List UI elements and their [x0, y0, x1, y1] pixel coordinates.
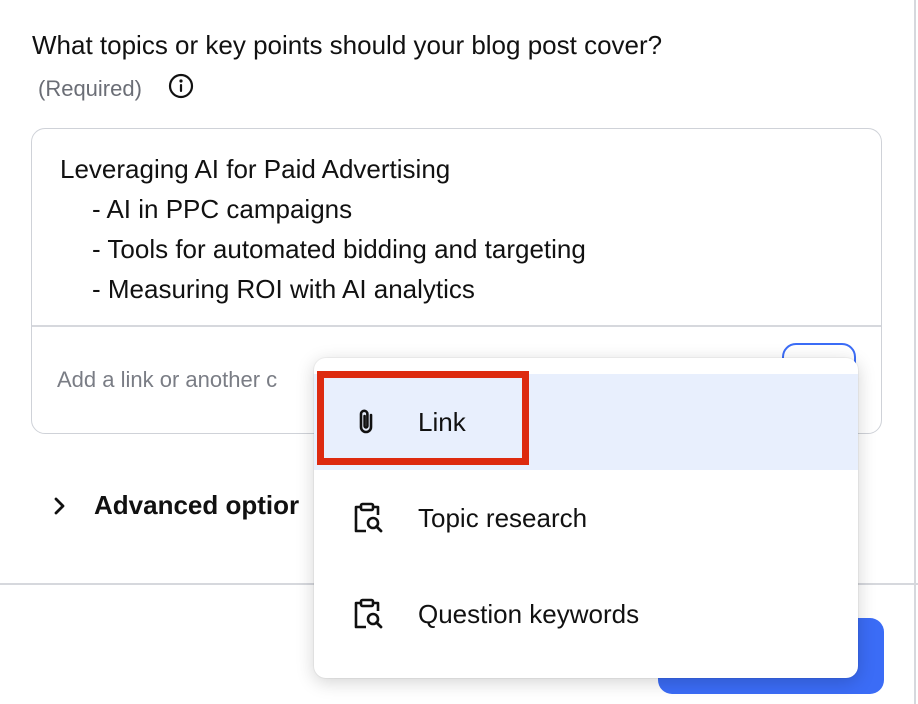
topics-heading: Leveraging AI for Paid Advertising	[60, 154, 451, 184]
topics-textarea[interactable]: Leveraging AI for Paid Advertising - AI …	[60, 149, 586, 309]
advanced-options-label: Advanced optior	[94, 490, 300, 520]
menu-item-label: Question keywords	[418, 598, 640, 629]
card-divider	[32, 325, 881, 327]
highlight-box	[317, 371, 529, 465]
advanced-options-toggle[interactable]: Advanced optior	[48, 490, 299, 521]
menu-item-label: Topic research	[418, 502, 588, 533]
info-icon[interactable]	[168, 73, 194, 99]
link-input[interactable]: Add a link or another c	[57, 367, 277, 393]
topics-bullet: - AI in PPC campaigns	[92, 194, 353, 224]
chevron-right-icon	[54, 497, 65, 514]
topics-bullet: - Tools for automated bidding and target…	[92, 234, 586, 264]
clipboard-search-icon	[354, 502, 383, 533]
topics-bullet: - Measuring ROI with AI analytics	[92, 274, 475, 304]
menu-item-topic-research[interactable]: Topic research	[314, 470, 858, 566]
required-label: (Required)	[38, 76, 142, 101]
required-row: (Required)	[38, 76, 142, 102]
panel-edge	[914, 0, 916, 704]
clipboard-search-icon	[354, 598, 383, 629]
question-label: What topics or key points should your bl…	[32, 30, 663, 60]
add-source-dropdown: Link Topic research Question keywords	[314, 358, 858, 678]
menu-item-question-keywords[interactable]: Question keywords	[314, 566, 858, 662]
